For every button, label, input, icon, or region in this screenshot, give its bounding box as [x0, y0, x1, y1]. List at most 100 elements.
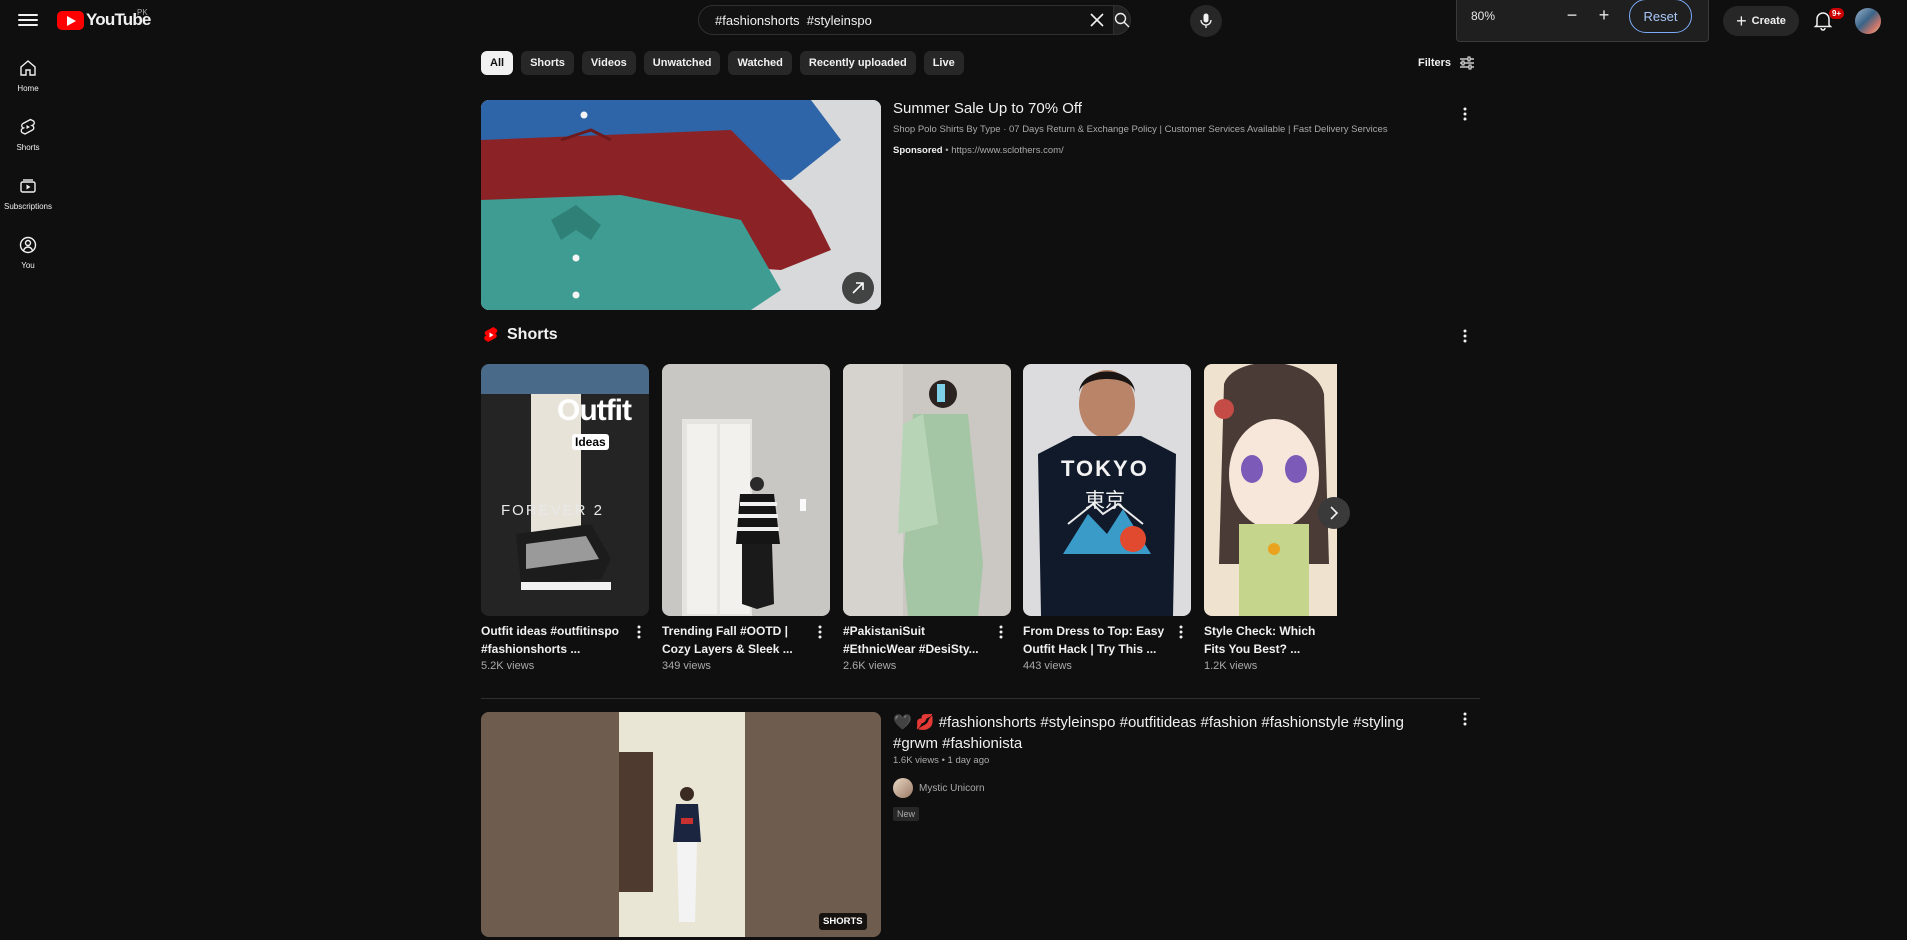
- ad-url[interactable]: • https://www.sclothers.com/: [943, 145, 1063, 156]
- create-label: Create: [1751, 15, 1786, 27]
- search-button[interactable]: [1114, 5, 1131, 35]
- channel-name[interactable]: Mystic Unicorn: [919, 783, 985, 794]
- short-thumbnail[interactable]: [1204, 364, 1337, 616]
- search-box: [698, 5, 1114, 35]
- user-avatar[interactable]: [1855, 8, 1881, 34]
- search-input[interactable]: [715, 12, 1085, 28]
- short-thumbnail[interactable]: TOKYO 東京: [1023, 364, 1191, 616]
- search-bar: [698, 5, 1131, 35]
- video-meta: 1.6K views • 1 day ago: [893, 755, 990, 766]
- short-title[interactable]: Trending Fall #OOTD | Cozy Layers & Slee…: [662, 622, 807, 658]
- short-card: Outfit Ideas FOREVER 2 Outfit ideas #out…: [481, 364, 649, 672]
- youtube-logo[interactable]: YouTube PK: [57, 8, 151, 30]
- short-thumbnail[interactable]: [843, 364, 1011, 616]
- subscriptions-icon: [20, 179, 36, 193]
- video-more-icon[interactable]: [1455, 709, 1475, 729]
- ad-meta: Sponsored • https://www.sclothers.com/: [893, 145, 1064, 156]
- sidebar-label: Subscriptions: [3, 202, 53, 211]
- channel-avatar[interactable]: [893, 778, 913, 798]
- create-button[interactable]: + Create: [1723, 6, 1799, 36]
- short-views: 349 views: [662, 660, 711, 672]
- you-icon: [19, 236, 37, 254]
- clear-search-icon[interactable]: [1085, 8, 1109, 32]
- notification-badge: 9+: [1829, 8, 1845, 19]
- short-overlay-text: FOREVER 2: [501, 502, 605, 519]
- home-icon: [20, 60, 36, 76]
- shorts-badge-text: SHORTS: [823, 916, 863, 927]
- short-more-icon[interactable]: [991, 622, 1011, 642]
- short-overlay-text: Outfit: [557, 394, 632, 427]
- short-card: #PakistaniSuit #EthnicWear #DesiSty... 2…: [843, 364, 1011, 672]
- new-badge: New: [893, 807, 920, 821]
- zoom-popup: 80% − + Reset: [1456, 0, 1709, 42]
- short-views: 5.2K views: [481, 660, 535, 672]
- short-overlay-text: Ideas: [572, 434, 609, 450]
- shorts-next-button[interactable]: [1318, 497, 1350, 529]
- top-bar: YouTube PK 80% − + Reset + Create 9+: [0, 0, 1907, 42]
- sidebar-label: Shorts: [16, 143, 40, 152]
- shorts-icon: [20, 118, 35, 135]
- short-views: 2.6K views: [843, 660, 897, 672]
- short-thumbnail[interactable]: Outfit Ideas FOREVER 2: [481, 364, 649, 616]
- shorts-heading: Shorts: [483, 326, 558, 344]
- filter-chips: All Shorts Videos Unwatched Watched Rece…: [481, 51, 964, 75]
- section-divider: [481, 698, 1480, 699]
- video-title[interactable]: 🖤 💋 #fashionshorts #styleinspo #outfitid…: [893, 712, 1413, 754]
- video-thumbnail[interactable]: [481, 712, 881, 937]
- chip-unwatched[interactable]: Unwatched: [643, 51, 721, 75]
- plus-icon: +: [1736, 10, 1747, 31]
- filters-button[interactable]: Filters: [1418, 56, 1475, 70]
- sidebar: Home Shorts Subscriptions You: [0, 48, 56, 284]
- short-title[interactable]: Style Check: Which Fits You Best? ...: [1204, 622, 1337, 658]
- ad-thumbnail[interactable]: [481, 100, 881, 310]
- shorts-more-icon[interactable]: [1455, 326, 1475, 346]
- zoom-reset-button[interactable]: Reset: [1629, 0, 1692, 33]
- zoom-out-button[interactable]: −: [1561, 5, 1583, 27]
- chip-recently-uploaded[interactable]: Recently uploaded: [799, 51, 916, 75]
- polo-shirts-image: [481, 100, 881, 310]
- short-views: 443 views: [1023, 660, 1072, 672]
- short-title[interactable]: Outfit ideas #outfitinspo #fashionshorts…: [481, 622, 626, 658]
- zoom-in-button[interactable]: +: [1593, 5, 1615, 27]
- sidebar-item-shorts[interactable]: Shorts: [0, 107, 56, 166]
- microphone-icon: [1200, 13, 1212, 28]
- ad-description: Shop Polo Shirts By Type · 07 Days Retur…: [893, 124, 1388, 135]
- short-more-icon[interactable]: [1171, 622, 1191, 642]
- sidebar-item-home[interactable]: Home: [0, 48, 56, 107]
- sliders-icon: [1460, 56, 1475, 70]
- ad-title[interactable]: Summer Sale Up to 70% Off: [893, 100, 1082, 117]
- country-code: PK: [137, 8, 148, 17]
- voice-search-button[interactable]: [1190, 5, 1222, 37]
- shorts-title: Shorts: [507, 326, 558, 343]
- menu-icon[interactable]: [18, 11, 38, 29]
- short-card: TOKYO 東京 From Dress to Top: Easy Outfit …: [1023, 364, 1191, 672]
- shorts-logo-icon: [484, 327, 498, 342]
- sidebar-item-you[interactable]: You: [0, 225, 56, 284]
- chip-videos[interactable]: Videos: [581, 51, 636, 75]
- chevron-right-icon: [1330, 506, 1339, 520]
- chip-all[interactable]: All: [481, 51, 514, 75]
- short-views: 1.2K views: [1204, 660, 1258, 672]
- youtube-play-icon: [57, 10, 84, 30]
- sidebar-label: Home: [17, 84, 39, 93]
- chip-watched[interactable]: Watched: [728, 51, 792, 75]
- sidebar-item-subscriptions[interactable]: Subscriptions: [0, 166, 56, 225]
- short-overlay-text: 東京: [1085, 490, 1125, 512]
- zoom-level: 80%: [1471, 9, 1496, 23]
- filters-label: Filters: [1418, 57, 1452, 69]
- short-more-icon[interactable]: [810, 622, 830, 642]
- sidebar-label: You: [21, 261, 35, 270]
- sponsored-label: Sponsored: [893, 145, 943, 156]
- open-link-icon[interactable]: [842, 272, 874, 304]
- short-more-icon[interactable]: [629, 622, 649, 642]
- short-thumbnail[interactable]: [662, 364, 830, 616]
- short-card: Trending Fall #OOTD | Cozy Layers & Slee…: [662, 364, 830, 672]
- chip-live[interactable]: Live: [923, 51, 964, 75]
- channel-link[interactable]: Mystic Unicorn: [893, 778, 985, 798]
- short-card: Style Check: Which Fits You Best? ... 1.…: [1204, 364, 1337, 672]
- ad-more-icon[interactable]: [1455, 104, 1475, 124]
- short-title[interactable]: #PakistaniSuit #EthnicWear #DesiSty...: [843, 622, 988, 658]
- chip-shorts[interactable]: Shorts: [521, 51, 574, 75]
- short-overlay-text: TOKYO: [1061, 456, 1149, 481]
- short-title[interactable]: From Dress to Top: Easy Outfit Hack | Tr…: [1023, 622, 1168, 658]
